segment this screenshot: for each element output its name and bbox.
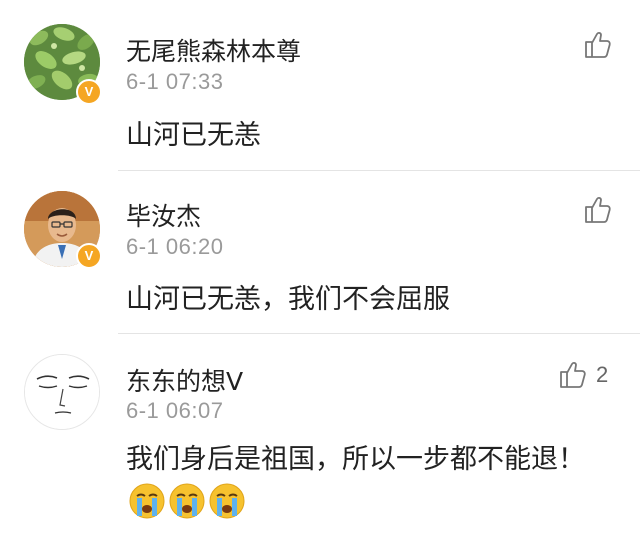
comment-author-name[interactable]: 无尾熊森林本尊: [126, 32, 301, 68]
comment-text: 山河已无恙，我们不会屈服: [126, 284, 450, 315]
comment-item: V 无尾熊森林本尊 6-1 07:33 山河已无恙: [0, 0, 640, 170]
like-count: 2: [596, 362, 609, 387]
comment-timestamp: 6-1 07:33: [126, 69, 224, 94]
like-button[interactable]: 2: [558, 360, 608, 390]
crying-face-icon: [128, 482, 166, 534]
comment-author-name[interactable]: 东东的想V: [126, 362, 243, 398]
crying-face-icon: [168, 482, 206, 534]
comment-text-body: 我们身后是祖国，所以一步都不能退！: [126, 444, 585, 475]
comment-timestamp: 6-1 06:20: [126, 234, 224, 259]
thumbs-up-icon: [560, 362, 586, 388]
like-button[interactable]: [583, 195, 621, 225]
like-button[interactable]: [583, 30, 621, 60]
verified-badge: V: [76, 243, 102, 269]
sketch-face-avatar-icon: [25, 355, 99, 429]
comment-author-name[interactable]: 毕汝杰: [126, 197, 201, 233]
comment-text: 我们身后是祖国，所以一步都不能退！: [126, 438, 596, 534]
thumbs-up-icon: [585, 197, 611, 223]
comment-item: V 毕汝杰 6-1 06:20 山河已无恙，我们不会屈服: [0, 171, 640, 333]
thumbs-up-icon: [585, 32, 611, 58]
verified-badge: V: [76, 79, 102, 105]
comment-text: 山河已无恙: [126, 120, 261, 151]
avatar[interactable]: [24, 354, 100, 430]
crying-face-icon: [208, 482, 246, 534]
comment-item: 东东的想V 6-1 06:07 我们身后是祖国，所以一步都不能退！ 2: [0, 334, 640, 533]
comment-timestamp: 6-1 06:07: [126, 398, 224, 423]
